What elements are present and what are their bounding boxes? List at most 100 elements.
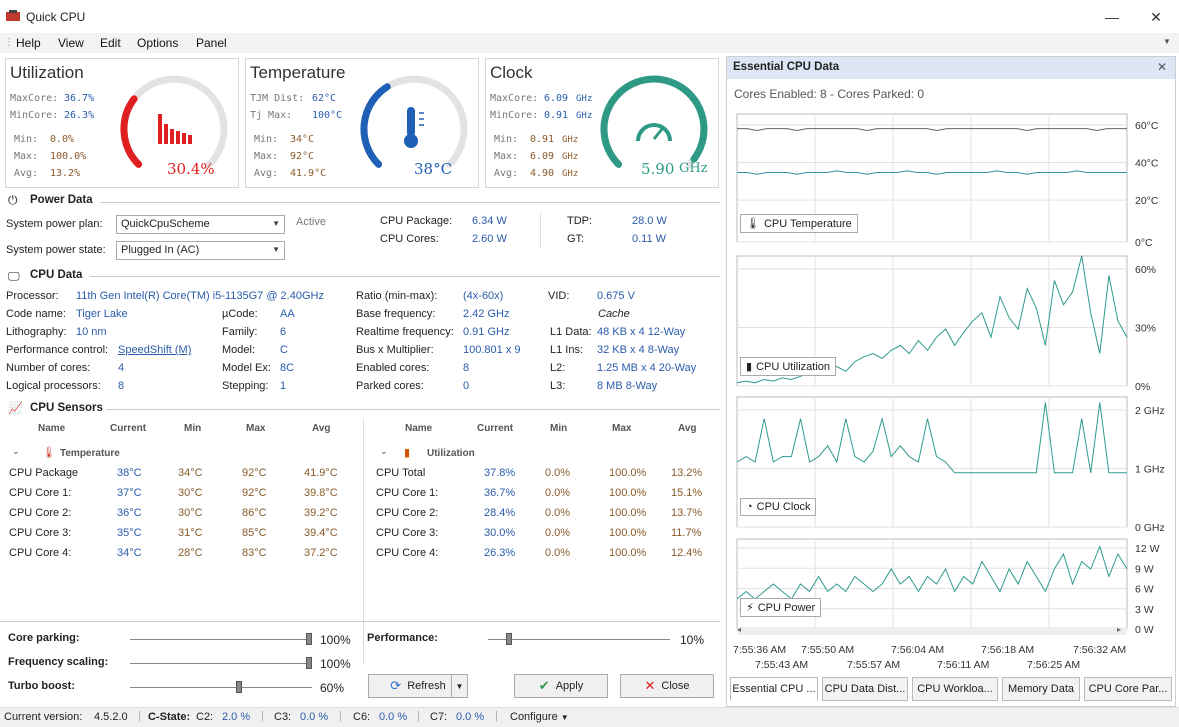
utilization-sensor-cell: 13.2% bbox=[671, 467, 703, 479]
controls-divider bbox=[0, 621, 720, 622]
status-separator: | bbox=[261, 710, 264, 722]
core-parking-thumb[interactable] bbox=[306, 633, 312, 645]
lproc-value: 8 bbox=[118, 380, 125, 392]
max-value: 100.0% bbox=[50, 151, 87, 162]
vid-label: VID: bbox=[548, 290, 570, 302]
ratio-label: Ratio (min-max): bbox=[356, 290, 438, 302]
scroll-right-icon[interactable]: ▸ bbox=[1117, 625, 1121, 634]
close-icon: ✕ bbox=[644, 678, 656, 693]
menu-help[interactable]: Help bbox=[16, 36, 41, 50]
mincore-unit: GHz bbox=[576, 111, 593, 121]
power-state-select[interactable]: Plugged In (AC) ▼ bbox=[116, 241, 285, 260]
utilization-sensor-cell: 26.3% bbox=[484, 547, 516, 559]
menu-grip-icon: ⋮ bbox=[4, 37, 14, 48]
l3-value: 8 MB 8-Way bbox=[597, 380, 658, 392]
cpu-package-value: 6.34 W bbox=[472, 215, 507, 227]
chevron-down-icon[interactable]: ⌄ bbox=[380, 446, 388, 457]
chevron-down-icon[interactable]: ⌄ bbox=[12, 446, 20, 457]
power-plan-select[interactable]: QuickCpuScheme ▼ bbox=[116, 215, 285, 234]
turbo-boost-slider[interactable] bbox=[130, 681, 312, 693]
chart-scrollbar[interactable]: ◂ ▸ bbox=[737, 625, 1127, 635]
utilization-value: 30.4% bbox=[167, 160, 215, 178]
rtfreq-label: Realtime frequency: bbox=[356, 326, 454, 338]
freq-scaling-slider[interactable] bbox=[130, 657, 312, 669]
status-separator: | bbox=[138, 710, 141, 722]
apply-button[interactable]: ✔ Apply bbox=[514, 674, 608, 698]
avg-value: 4.90 bbox=[530, 168, 555, 179]
temperature-sensor-cell: 86°C bbox=[242, 507, 267, 519]
menu-options[interactable]: Options bbox=[137, 36, 178, 50]
time-label: 7:55:36 AM bbox=[733, 644, 787, 656]
tjm-dist-label: TJM Dist: bbox=[250, 93, 305, 104]
avg-value: 13.2% bbox=[50, 168, 81, 179]
lproc-label: Logical processors: bbox=[6, 380, 101, 392]
menu-panel[interactable]: Panel bbox=[196, 36, 227, 50]
perf-control-link[interactable]: SpeedShift (M) bbox=[118, 344, 191, 356]
tab-essential-cpu[interactable]: Essential CPU ... bbox=[730, 677, 818, 701]
sensors-divider-vertical bbox=[363, 419, 364, 663]
close-panel-icon[interactable]: ✕ bbox=[1157, 60, 1167, 74]
power-state-value: Plugged In (AC) bbox=[121, 244, 200, 256]
bar-chart-icon: ▮ bbox=[746, 361, 753, 373]
temperature-sensor-cell: 30°C bbox=[178, 507, 203, 519]
version-value: 4.5.2.0 bbox=[94, 711, 128, 723]
mincore-label: MinCore: bbox=[10, 110, 59, 121]
temperature-sensor-cell: 28°C bbox=[178, 547, 203, 559]
power-divider bbox=[100, 202, 720, 203]
refresh-button[interactable]: ⟳ Refresh ▼ bbox=[368, 674, 468, 698]
temperature-sensor-cell: 92°C bbox=[242, 467, 267, 479]
l1d-label: L1 Data: bbox=[550, 326, 592, 338]
temperature-sensor-cell: 39.8°C bbox=[304, 487, 338, 499]
y-tick-label: 9 W bbox=[1135, 563, 1154, 575]
power-plan-status: Active bbox=[296, 216, 326, 228]
tab-cpu-core-parking[interactable]: CPU Core Par... bbox=[1084, 677, 1172, 701]
tab-cpu-workload[interactable]: CPU Workloa... bbox=[912, 677, 998, 701]
model-value: C bbox=[280, 344, 288, 356]
utilization-sensor-cell: 0.0% bbox=[545, 487, 571, 499]
close-button[interactable]: ✕ Close bbox=[620, 674, 714, 698]
performance-thumb[interactable] bbox=[505, 633, 512, 645]
utilization-sensor-cell: 37.8% bbox=[484, 467, 516, 479]
utilization-sensor-cell: 28.4% bbox=[484, 507, 516, 519]
essential-charts: 60°C 40°C 20°C 0°C 60% 30% 0% 2 GHz 1 GHz 0 GHz 12… bbox=[736, 113, 1165, 636]
essential-cpu-panel: Essential CPU Data ✕ Cores Enabled: 8 - … bbox=[726, 56, 1176, 707]
menu-bar: ⋮ Help View Edit Options Panel ▼ bbox=[0, 33, 1179, 53]
chevron-down-icon[interactable]: ▼ bbox=[451, 675, 467, 697]
c7-label: C7: bbox=[430, 711, 448, 723]
scroll-left-icon[interactable]: ◂ bbox=[737, 625, 741, 634]
turbo-boost-thumb[interactable] bbox=[235, 681, 242, 693]
configure-menu[interactable]: Configure ▼ bbox=[510, 711, 569, 723]
min-label: Min: bbox=[494, 134, 519, 145]
l1i-label: L1 Ins: bbox=[550, 344, 584, 356]
max-label: Max: bbox=[254, 151, 279, 162]
temperature-sensor-cell: CPU Core 4: bbox=[9, 547, 72, 559]
avg-unit: GHz bbox=[562, 169, 579, 179]
menu-view[interactable]: View bbox=[58, 36, 84, 50]
tab-cpu-data-dist[interactable]: CPU Data Dist... bbox=[822, 677, 908, 701]
minimize-button[interactable]: — bbox=[1090, 4, 1134, 30]
time-label: 7:55:50 AM bbox=[801, 644, 855, 656]
tab-memory-data[interactable]: Memory Data bbox=[1002, 677, 1080, 701]
freq-scaling-thumb[interactable] bbox=[306, 657, 312, 669]
utilization-sensor-cell: 100.0% bbox=[609, 467, 647, 479]
performance-slider[interactable] bbox=[488, 633, 670, 645]
utilization-sensor-cell: CPU Core 2: bbox=[376, 507, 439, 519]
status-separator: | bbox=[339, 710, 342, 722]
utilization-sensor-cell: 0.0% bbox=[545, 467, 571, 479]
close-window-button[interactable]: ✕ bbox=[1134, 4, 1178, 30]
util-col-avg: Avg bbox=[678, 423, 697, 434]
utilization-sensor-cell: CPU Core 4: bbox=[376, 547, 439, 559]
y-tick-label: 0°C bbox=[1135, 237, 1153, 249]
c2-label: C2: bbox=[196, 711, 214, 723]
parked-cores-value: 0 bbox=[463, 380, 470, 392]
core-parking-slider[interactable] bbox=[130, 633, 312, 645]
refresh-label: Refresh bbox=[407, 680, 446, 692]
litho-value: 10 nm bbox=[76, 326, 107, 338]
litho-label: Lithography: bbox=[6, 326, 67, 338]
menu-edit[interactable]: Edit bbox=[100, 36, 121, 50]
configure-label: Configure bbox=[510, 711, 558, 723]
menu-overflow-icon[interactable]: ▼ bbox=[1163, 37, 1171, 46]
ncores-value: 4 bbox=[118, 362, 125, 374]
parked-cores-label: Parked cores: bbox=[356, 380, 424, 392]
power-icon: ⏻ bbox=[8, 193, 18, 207]
